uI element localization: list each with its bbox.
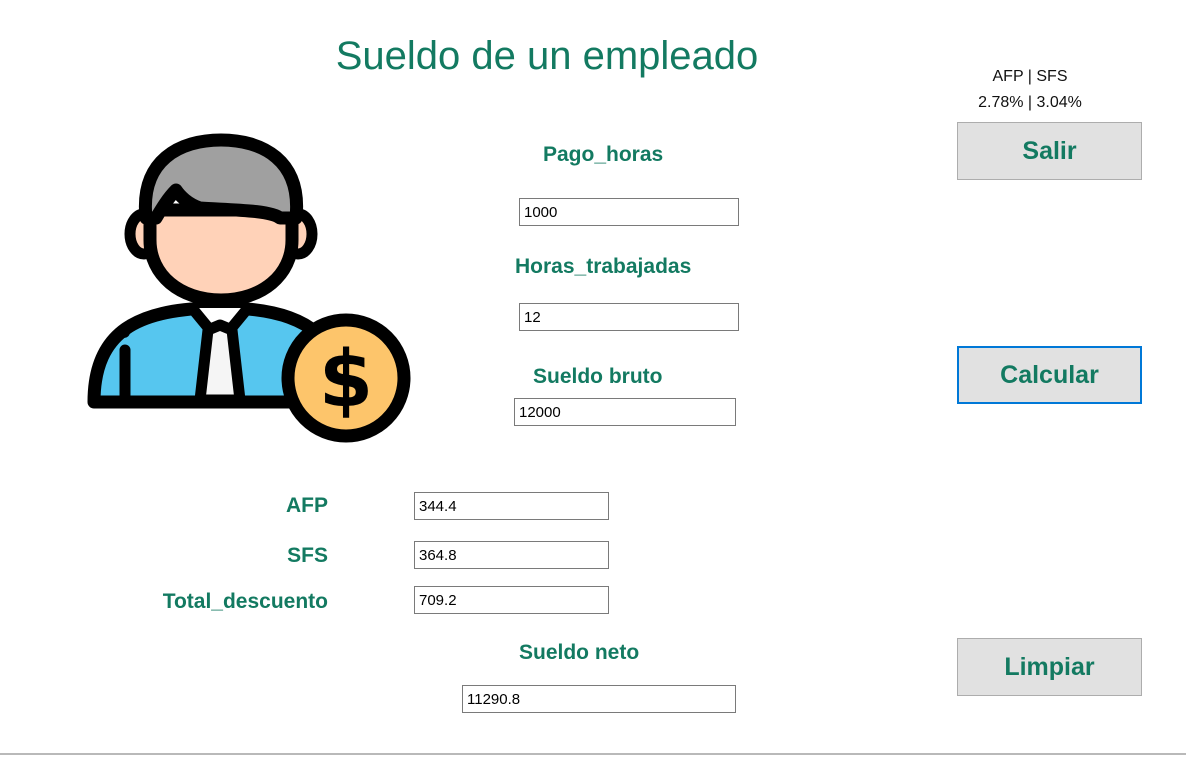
total-descuento-label: Total_descuento [162, 590, 328, 613]
sueldo-bruto-label: Sueldo bruto [533, 365, 663, 388]
page-title: Sueldo de un empleado [335, 34, 759, 78]
sueldo-neto-label: Sueldo neto [519, 641, 640, 664]
sfs-label: SFS [287, 544, 328, 567]
rates-header: AFP | SFS [992, 68, 1068, 85]
sfs-input[interactable] [414, 541, 609, 569]
afp-input[interactable] [414, 492, 609, 520]
limpiar-button[interactable]: Limpiar [957, 638, 1142, 696]
sueldo-neto-input[interactable] [462, 685, 736, 713]
pago-horas-input[interactable] [519, 198, 739, 226]
sueldo-bruto-input[interactable] [514, 398, 736, 426]
horas-trabajadas-label: Horas_trabajadas [515, 255, 692, 278]
total-descuento-input[interactable] [414, 586, 609, 614]
horas-trabajadas-input[interactable] [519, 303, 739, 331]
rates-values: 2.78% | 3.04% [978, 94, 1082, 111]
salir-button[interactable]: Salir [957, 122, 1142, 180]
rates-info: AFP | SFS 2.78% | 3.04% [950, 64, 1110, 116]
calcular-button[interactable]: Calcular [957, 346, 1142, 404]
bottom-divider [0, 753, 1186, 755]
svg-text:$: $ [319, 335, 373, 425]
employee-salary-icon: $ [87, 133, 411, 443]
pago-horas-label: Pago_horas [543, 143, 664, 166]
afp-label: AFP [286, 494, 328, 517]
